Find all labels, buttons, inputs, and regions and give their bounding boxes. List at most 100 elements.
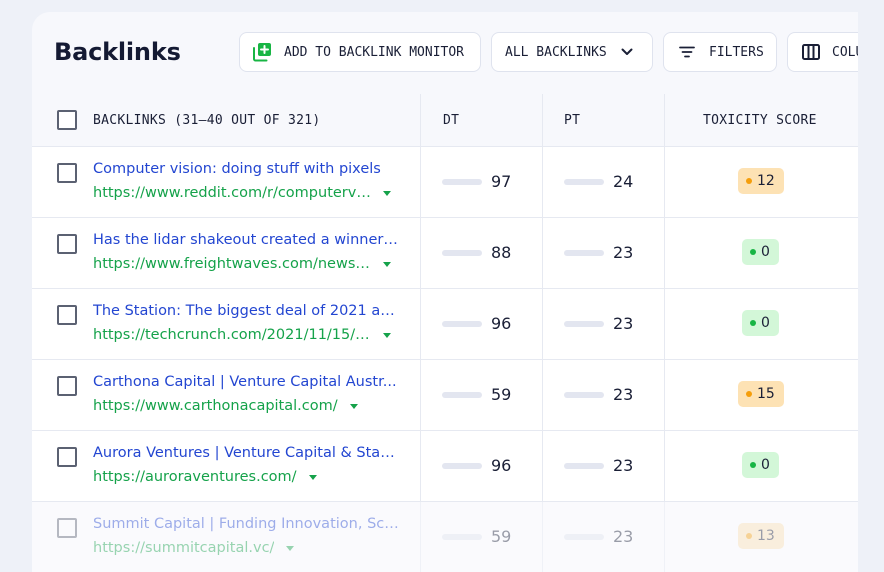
backlink-url-text[interactable]: https://www.reddit.com/r/computervi... <box>93 185 371 201</box>
add-to-monitor-label: ADD TO BACKLINK MONITOR <box>284 44 465 60</box>
toxicity-dot-icon <box>746 391 752 397</box>
dt-value: 96 <box>491 456 512 475</box>
backlink-title-link[interactable]: Computer vision: doing stuff with pixels <box>93 161 399 177</box>
caret-down-icon[interactable] <box>349 403 358 409</box>
column-divider <box>542 360 543 430</box>
table-row[interactable]: Aurora Ventures | Venture Capital & Star… <box>32 431 858 502</box>
table-body: Computer vision: doing stuff with pixels… <box>32 147 858 572</box>
backlinks-table: BACKLINKS (31–40 OUT OF 321) DT PT TOXIC… <box>32 94 858 572</box>
backlink-url-text[interactable]: https://techcrunch.com/2021/11/15/t... <box>93 327 371 343</box>
toxicity-value: 0 <box>761 457 770 473</box>
caret-down-icon[interactable] <box>383 261 391 267</box>
backlink-title-link[interactable]: Aurora Ventures | Venture Capital & Star… <box>93 445 399 461</box>
toxicity-badge: 12 <box>738 168 784 194</box>
add-to-monitor-icon <box>252 42 272 62</box>
column-divider <box>664 360 665 430</box>
filter-icon <box>679 46 695 58</box>
backlink-url-text[interactable]: https://auroraventures.com/ <box>93 469 297 485</box>
dt-value: 88 <box>491 243 512 262</box>
dt-value: 59 <box>491 527 512 546</box>
backlink-url[interactable]: https://summitcapital.vc/ <box>93 540 295 556</box>
column-header-backlinks[interactable]: BACKLINKS (31–40 OUT OF 321) <box>93 94 321 146</box>
row-checkbox[interactable] <box>57 305 77 325</box>
pt-bar <box>564 534 604 540</box>
table-row[interactable]: Carthona Capital | Venture Capital Austr… <box>32 360 858 431</box>
filters-label: FILTERS <box>709 44 764 60</box>
column-divider <box>420 218 421 288</box>
dt-value: 59 <box>491 385 512 404</box>
backlink-url[interactable]: https://techcrunch.com/2021/11/15/t... <box>93 327 391 343</box>
column-divider <box>420 147 421 217</box>
table-row[interactable]: The Station: The biggest deal of 2021 an… <box>32 289 858 360</box>
column-divider <box>664 502 665 572</box>
toxicity-dot-icon <box>750 462 756 468</box>
column-divider <box>420 360 421 430</box>
chevron-down-icon <box>621 48 633 56</box>
backlink-title-link[interactable]: The Station: The biggest deal of 2021 an… <box>93 303 399 319</box>
toxicity-dot-icon <box>746 533 752 539</box>
backlink-title-link[interactable]: Carthona Capital | Venture Capital Austr… <box>93 374 399 390</box>
column-divider <box>420 94 421 146</box>
dt-value: 96 <box>491 314 512 333</box>
filters-button[interactable]: FILTERS <box>663 32 777 72</box>
columns-icon <box>802 44 820 60</box>
pt-value: 23 <box>613 243 634 262</box>
table-header-row: BACKLINKS (31–40 OUT OF 321) DT PT TOXIC… <box>32 94 858 147</box>
columns-label: COLUMNS <box>832 44 858 60</box>
column-divider <box>542 94 543 146</box>
backlink-url-text[interactable]: https://www.freightwaves.com/news/... <box>93 256 371 272</box>
backlink-url[interactable]: https://auroraventures.com/ <box>93 469 317 485</box>
column-header-pt[interactable]: PT <box>564 94 580 146</box>
table-row[interactable]: Summit Capital | Funding Innovation, Sca… <box>32 502 858 572</box>
backlink-url[interactable]: https://www.freightwaves.com/news/... <box>93 256 391 272</box>
dt-bar <box>442 463 482 469</box>
backlink-title-link[interactable]: Has the lidar shakeout created a winner?… <box>93 232 399 248</box>
toxicity-value: 0 <box>761 315 770 331</box>
caret-down-icon[interactable] <box>308 474 317 480</box>
caret-down-icon[interactable] <box>286 545 295 551</box>
column-divider <box>664 289 665 359</box>
pt-value: 24 <box>613 172 634 191</box>
pt-value: 23 <box>613 527 634 546</box>
toxicity-dot-icon <box>746 178 752 184</box>
table-row[interactable]: Computer vision: doing stuff with pixels… <box>32 147 858 218</box>
column-divider <box>542 218 543 288</box>
add-to-backlink-monitor-button[interactable]: ADD TO BACKLINK MONITOR <box>239 32 481 72</box>
backlink-filter-select[interactable]: ALL BACKLINKS <box>491 32 653 72</box>
pt-value: 23 <box>613 456 634 475</box>
table-row[interactable]: Has the lidar shakeout created a winner?… <box>32 218 858 289</box>
columns-button[interactable]: COLUMNS <box>787 32 858 72</box>
toxicity-value: 0 <box>761 244 770 260</box>
column-divider <box>420 502 421 572</box>
row-checkbox[interactable] <box>57 163 77 183</box>
select-all-checkbox[interactable] <box>57 110 77 130</box>
pt-bar <box>564 463 604 469</box>
caret-down-icon[interactable] <box>383 190 391 196</box>
column-divider <box>542 502 543 572</box>
column-divider <box>664 94 665 146</box>
backlink-url[interactable]: https://www.reddit.com/r/computervi... <box>93 185 391 201</box>
backlink-url-text[interactable]: https://summitcapital.vc/ <box>93 540 274 556</box>
backlink-url-text[interactable]: https://www.carthonacapital.com/ <box>93 398 338 414</box>
toxicity-badge: 0 <box>742 239 779 265</box>
row-checkbox[interactable] <box>57 447 77 467</box>
column-divider <box>664 431 665 501</box>
pt-bar <box>564 321 604 327</box>
row-checkbox[interactable] <box>57 234 77 254</box>
page-header: Backlinks ADD TO BACKLINK MONITOR ALL BA… <box>32 12 858 94</box>
toxicity-dot-icon <box>750 249 756 255</box>
column-divider <box>420 289 421 359</box>
caret-down-icon[interactable] <box>383 332 391 338</box>
page-title: Backlinks <box>54 38 181 66</box>
dt-bar <box>442 534 482 540</box>
backlink-url[interactable]: https://www.carthonacapital.com/ <box>93 398 358 414</box>
toxicity-badge: 13 <box>738 523 784 549</box>
row-checkbox[interactable] <box>57 518 77 538</box>
backlink-title-link[interactable]: Summit Capital | Funding Innovation, Sca… <box>93 516 399 532</box>
dt-value: 97 <box>491 172 512 191</box>
column-header-toxicity[interactable]: TOXICITY SCORE <box>703 94 817 146</box>
column-header-dt[interactable]: DT <box>443 94 459 146</box>
row-checkbox[interactable] <box>57 376 77 396</box>
toxicity-dot-icon <box>750 320 756 326</box>
pt-value: 23 <box>613 385 634 404</box>
